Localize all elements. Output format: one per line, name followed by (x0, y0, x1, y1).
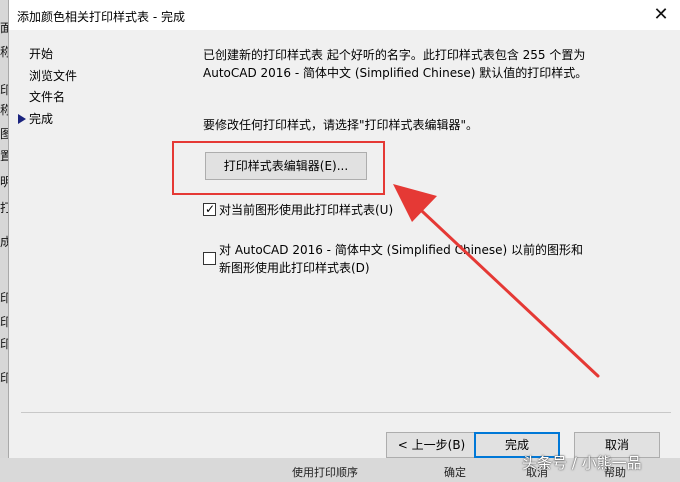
use-for-new-drawings-label-line-1: 对 AutoCAD 2016 - 简体中文 (Simplified Chines… (219, 243, 584, 257)
use-for-new-drawings-label-line-2: 新图形使用此打印样式表(D) (219, 261, 370, 275)
current-step-arrow-icon (18, 113, 26, 124)
use-for-new-drawings-checkbox[interactable] (203, 252, 216, 265)
message-area: 已创建新的打印样式表 起个好听的名字。此打印样式表包含 255 个置为 Auto… (203, 46, 673, 82)
checkmark-icon: ✓ (205, 202, 216, 216)
add-color-dependent-plot-style-table-dialog: 添加颜色相关打印样式表 - 完成 ✕ 开始 浏览文件 文件名 完成 已创建新的打… (8, 0, 680, 458)
watermark: 头条号 / 小熊一品 (522, 454, 642, 472)
nav-step-browse-file: 浏览文件 (29, 68, 78, 83)
message-line-2: AutoCAD 2016 - 简体中文 (Simplified Chinese)… (203, 66, 588, 80)
nav-step-finish: 完成 (18, 111, 77, 133)
plot-style-table-editor-button[interactable]: 打印样式表编辑器(E)... (205, 152, 367, 180)
use-for-current-drawing-label: 对当前图形使用此打印样式表(U) (219, 203, 394, 217)
nav-step-start: 开始 (29, 47, 54, 61)
title-bar: 添加颜色相关打印样式表 - 完成 ✕ (9, 0, 680, 30)
nav-step-file-name: 文件名 (29, 90, 66, 104)
wizard-steps-nav: 开始 浏览文件 文件名 完成 (18, 46, 78, 133)
back-button[interactable]: < 上一步(B) (386, 432, 477, 458)
nav-step-finish-label: 完成 (29, 111, 54, 126)
instruction-text: 要修改任何打印样式，请选择"打印样式表编辑器"。 (203, 118, 479, 132)
close-icon[interactable]: ✕ (650, 4, 672, 26)
background-use-print-order: 使用打印顺序 (292, 466, 358, 479)
message-line-1: 已创建新的打印样式表 起个好听的名字。此打印样式表包含 255 个置为 (203, 48, 586, 62)
use-for-current-drawing-checkbox[interactable]: ✓ (203, 202, 216, 216)
dialog-title: 添加颜色相关打印样式表 - 完成 (17, 10, 185, 24)
footer-divider (21, 412, 671, 413)
background-ok: 确定 (444, 466, 466, 479)
